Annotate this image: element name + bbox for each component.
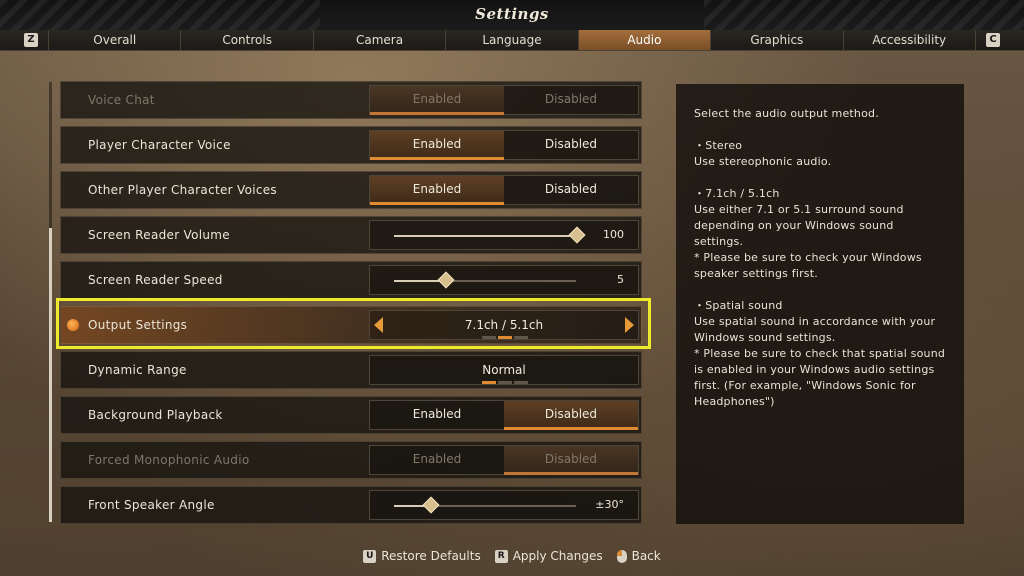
option-pip [482, 381, 496, 384]
back-label: Back [631, 549, 661, 563]
setting-label: Dynamic Range [88, 363, 187, 377]
setting-label: Screen Reader Speed [88, 273, 223, 287]
restore-defaults-button[interactable]: U Restore Defaults [363, 549, 481, 563]
toggle-control: Enabled Disabled [369, 130, 639, 160]
slider-track[interactable] [394, 226, 586, 244]
tab-accessibility[interactable]: Accessibility [844, 30, 976, 50]
toggle-control: Enabled Disabled [369, 85, 639, 115]
option-enabled: Enabled [412, 452, 462, 466]
description-panel: Select the audio output method. ・Stereo … [676, 84, 964, 524]
slider-knob[interactable] [437, 271, 455, 289]
key-hint-icon: R [494, 549, 508, 563]
option-enabled[interactable]: Enabled [370, 401, 504, 429]
scrollbar-thumb[interactable] [49, 228, 52, 522]
focus-highlight-frame [56, 298, 651, 349]
setting-label: Front Speaker Angle [88, 498, 215, 512]
setting-row-background-playback[interactable]: Background Playback Enabled Disabled [60, 396, 642, 434]
option-disabled[interactable]: Disabled [504, 176, 638, 204]
mouse-icon [616, 549, 627, 563]
slider-value: ±30° [595, 498, 624, 511]
setting-label: Forced Monophonic Audio [88, 453, 250, 467]
toggle-control: Enabled Disabled [369, 175, 639, 205]
slider-fill [394, 235, 576, 237]
setting-label: Voice Chat [88, 93, 155, 107]
tab-overall[interactable]: Overall [48, 30, 182, 50]
toggle-control: Enabled Disabled [369, 400, 639, 430]
option-pip [514, 381, 528, 384]
slider-knob[interactable] [568, 226, 586, 244]
slider-knob[interactable] [422, 496, 440, 514]
option-enabled[interactable]: Enabled [370, 131, 504, 160]
toggle-control: Enabled Disabled [369, 445, 639, 475]
apply-changes-button[interactable]: R Apply Changes [494, 549, 603, 563]
selected-option: Normal [482, 363, 526, 377]
slider-value: 5 [617, 273, 624, 286]
option-disabled[interactable]: Disabled [504, 131, 638, 159]
description-stereo: ・Stereo Use stereophonic audio. [694, 139, 832, 168]
slider-track[interactable] [394, 496, 576, 514]
setting-row-front-speaker-angle[interactable]: Front Speaker Angle ±30° [60, 486, 642, 524]
setting-label: Background Playback [88, 408, 223, 422]
setting-row-player-character-voice[interactable]: Player Character Voice Enabled Disabled [60, 126, 642, 164]
option-disabled: Disabled [544, 92, 598, 106]
setting-row-dynamic-range[interactable]: Dynamic Range Normal [60, 351, 642, 389]
slider-control[interactable]: 100 [369, 220, 639, 250]
option-selector[interactable]: Normal [369, 355, 639, 385]
footer-hints: U Restore Defaults R Apply Changes Back [0, 546, 1024, 566]
option-enabled: Enabled [370, 86, 504, 115]
slider-track[interactable] [394, 271, 576, 289]
setting-row-forced-mono-audio: Forced Monophonic Audio Enabled Disabled [60, 441, 642, 479]
tab-graphics[interactable]: Graphics [711, 30, 844, 50]
tab-list: Overall Controls Camera Language Audio G… [48, 30, 976, 50]
tab-bar: Z Overall Controls Camera Language Audio… [0, 30, 1024, 51]
setting-row-other-player-voices[interactable]: Other Player Character Voices Enabled Di… [60, 171, 642, 209]
setting-label: Player Character Voice [88, 138, 231, 152]
setting-row-screen-reader-speed[interactable]: Screen Reader Speed 5 [60, 261, 642, 299]
description-surround: ・7.1ch / 5.1ch Use either 7.1 or 5.1 sur… [694, 187, 922, 280]
next-tab-key[interactable]: C [986, 33, 1000, 47]
option-enabled[interactable]: Enabled [370, 176, 504, 205]
slider-control[interactable]: ±30° [369, 490, 639, 520]
option-pip [498, 381, 512, 384]
prev-tab-key[interactable]: Z [24, 33, 38, 47]
back-button[interactable]: Back [616, 549, 661, 563]
setting-label: Screen Reader Volume [88, 228, 230, 242]
apply-changes-label: Apply Changes [512, 549, 603, 563]
description-intro: Select the audio output method. [694, 107, 879, 120]
setting-label: Other Player Character Voices [88, 183, 277, 197]
description-spatial: ・Spatial sound Use spatial sound in acco… [694, 299, 946, 408]
option-disabled[interactable]: Disabled [504, 401, 638, 430]
setting-row-voice-chat: Voice Chat Enabled Disabled [60, 81, 642, 119]
tab-audio[interactable]: Audio [578, 30, 712, 50]
setting-row-screen-reader-volume[interactable]: Screen Reader Volume 100 [60, 216, 642, 254]
tab-language[interactable]: Language [446, 30, 579, 50]
option-disabled: Disabled [504, 446, 638, 475]
slider-value: 100 [603, 228, 624, 241]
key-hint-icon: U [363, 549, 377, 563]
option-pips [482, 381, 528, 384]
page-title: Settings [475, 5, 549, 23]
tab-camera[interactable]: Camera [314, 30, 447, 50]
restore-defaults-label: Restore Defaults [381, 549, 481, 563]
slider-control[interactable]: 5 [369, 265, 639, 295]
tab-controls[interactable]: Controls [181, 30, 314, 50]
